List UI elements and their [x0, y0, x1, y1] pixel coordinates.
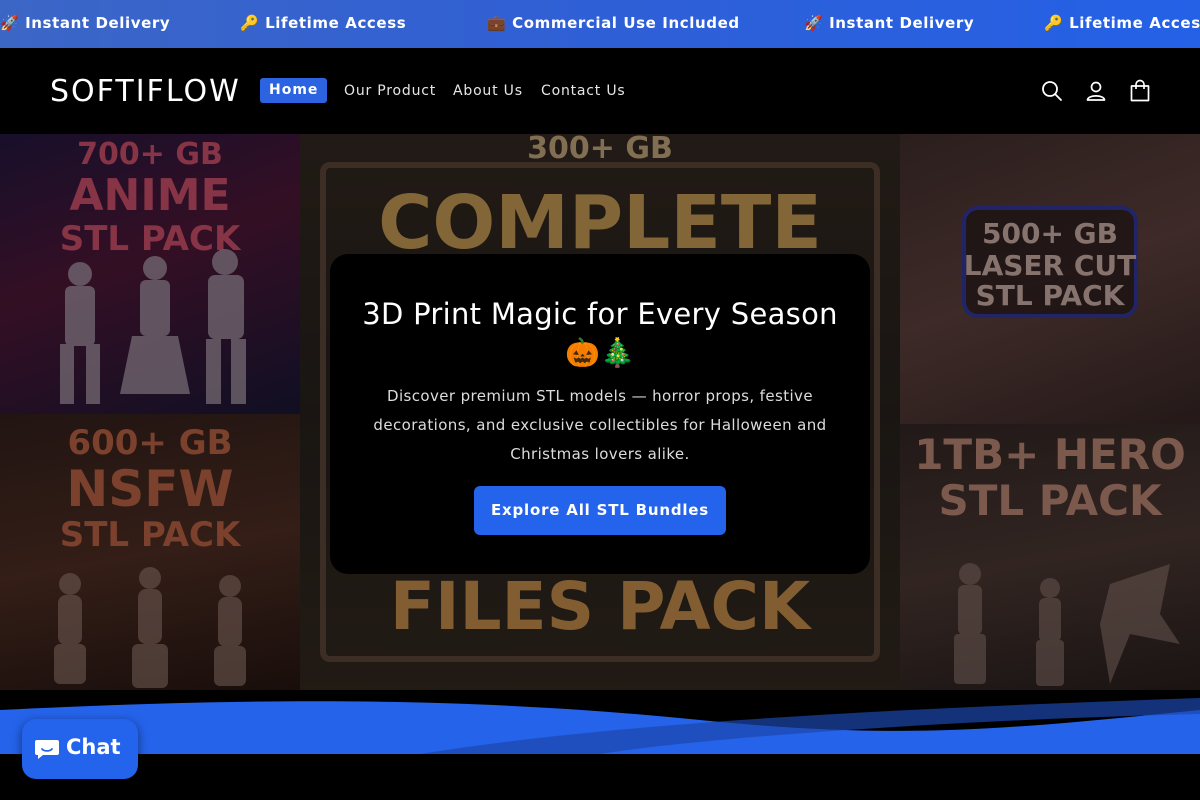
hero-banner: 700+ GB ANIME STL PACK 600+ GB NSFW STL …: [0, 134, 1200, 694]
nav-item-about-us[interactable]: About Us: [453, 83, 523, 99]
product-panel-anime: 700+ GB ANIME STL PACK: [0, 134, 300, 414]
announcement-bar: 🚀 Instant Delivery 🔑 Lifetime Access 💼 C…: [0, 0, 1200, 48]
announcement-item: 💼 Commercial Use Included: [487, 14, 740, 32]
product-panel-laser-cut: 500+ GB LASER CUT STL PACK: [900, 134, 1200, 424]
chat-bubble-icon: [35, 740, 59, 759]
hero-emoji: 🎃🎄: [565, 336, 635, 369]
hero-title: 3D Print Magic for Every Season: [362, 297, 838, 331]
nav-item-home[interactable]: Home: [260, 78, 328, 103]
announcement-item: 🚀 Instant Delivery: [0, 14, 171, 32]
site-header: SOFTIFLOW Home Our Product About Us Cont…: [0, 48, 1200, 134]
panel-overlay: [900, 134, 1200, 424]
search-icon[interactable]: [1040, 79, 1064, 103]
panel-overlay: [900, 424, 1200, 694]
announcement-item: 🔑 Lifetime Access: [240, 14, 407, 32]
cart-icon[interactable]: [1128, 79, 1152, 103]
panel-overlay: [0, 414, 300, 694]
account-icon[interactable]: [1084, 79, 1108, 103]
announcement-item: 🚀 Instant Delivery: [804, 14, 975, 32]
site-logo[interactable]: SOFTIFLOW: [50, 74, 241, 109]
wave-divider: [0, 690, 1200, 760]
explore-bundles-button[interactable]: Explore All STL Bundles: [474, 486, 726, 535]
nav-item-our-product[interactable]: Our Product: [344, 83, 436, 99]
chat-button[interactable]: Chat: [22, 719, 138, 779]
announcement-item: 🔑 Lifetime Access: [1044, 14, 1200, 32]
chat-label: Chat: [66, 735, 121, 759]
nav-item-contact-us[interactable]: Contact Us: [541, 83, 625, 99]
panel-overlay: [0, 134, 300, 414]
product-panel-nsfw: 600+ GB NSFW STL PACK: [0, 414, 300, 694]
product-panel-hero: 1TB+ HERO STL PACK: [900, 424, 1200, 694]
hero-description: Discover premium STL models — horror pro…: [373, 387, 827, 463]
hero-content-card: 3D Print Magic for Every Season 🎃🎄 Disco…: [330, 254, 870, 574]
